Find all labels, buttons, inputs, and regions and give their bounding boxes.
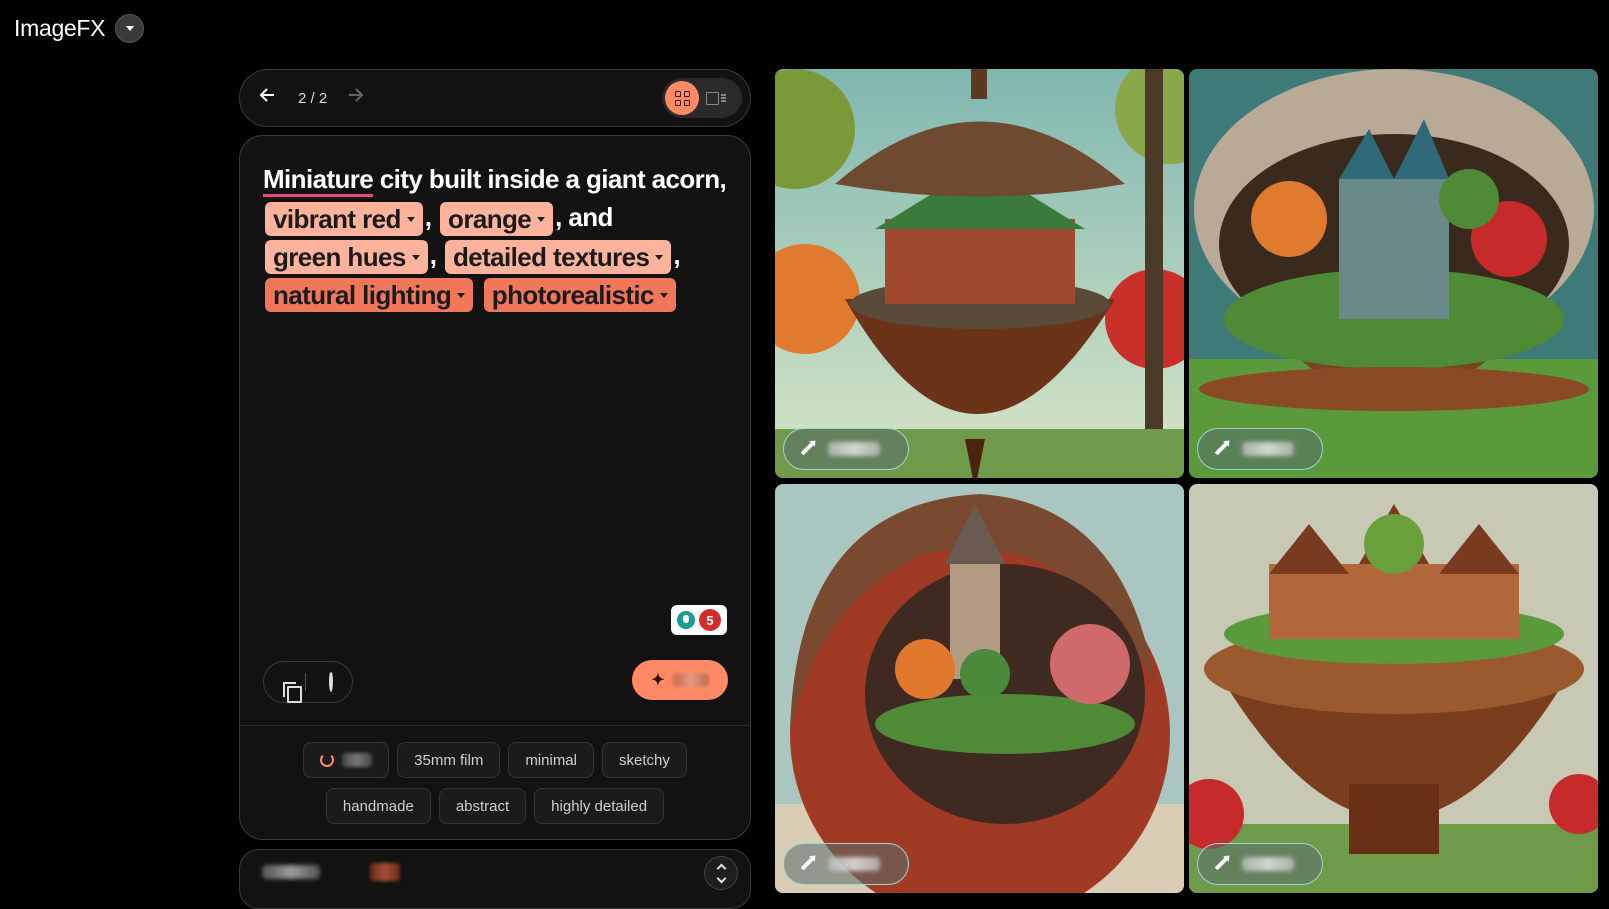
prompt-chip-vibrant-red[interactable]: vibrant red xyxy=(265,202,423,237)
chevron-down-icon xyxy=(655,254,664,260)
chip-label: detailed textures xyxy=(452,242,650,273)
refresh-icon xyxy=(320,753,335,767)
chevron-down-icon xyxy=(716,873,726,883)
acorn-town-image xyxy=(1189,484,1598,893)
prompt-text-segment: and xyxy=(568,202,613,232)
suggestion-chip[interactable]: sketchy xyxy=(602,742,687,778)
chip-label: green hues xyxy=(273,242,406,273)
prompt-tools xyxy=(263,661,353,703)
top-bar: ImageFX xyxy=(14,14,145,43)
grid-icon xyxy=(674,90,690,106)
next-result-button[interactable] xyxy=(345,85,369,111)
reset-button[interactable] xyxy=(328,671,333,692)
chip-label: orange xyxy=(448,204,532,235)
issue-count: 5 xyxy=(699,609,721,631)
edit-image-button[interactable] xyxy=(1197,843,1323,885)
app-menu-button[interactable] xyxy=(115,14,145,43)
single-view-button[interactable] xyxy=(699,81,733,115)
generated-image-2[interactable] xyxy=(1189,69,1598,478)
prompt-chip-orange[interactable]: orange xyxy=(440,202,554,237)
chevron-down-icon xyxy=(537,216,546,222)
prompt-chip-detailed-textures[interactable]: detailed textures xyxy=(444,240,672,275)
chevron-down-icon xyxy=(411,254,420,260)
panel-divider xyxy=(240,725,750,726)
spell-flagged-word[interactable]: Miniature xyxy=(263,164,374,197)
single-image-icon xyxy=(706,91,726,105)
suggestion-chip[interactable]: abstract xyxy=(438,788,527,824)
blurred-label xyxy=(672,673,709,687)
pencil-icon xyxy=(800,442,814,456)
suggestion-chip[interactable]: 35mm film xyxy=(397,742,501,778)
edit-image-button[interactable] xyxy=(783,843,909,885)
chip-label: natural lighting xyxy=(273,280,452,311)
acorn-castle-image xyxy=(1189,69,1598,478)
prompt-editor[interactable]: Miniature city built inside a giant acor… xyxy=(263,160,733,313)
suggestion-chip[interactable]: minimal xyxy=(508,742,594,778)
expand-settings-button[interactable] xyxy=(704,856,738,890)
create-button[interactable]: ✦ xyxy=(632,660,728,700)
arrow-left-icon xyxy=(259,88,274,102)
suggestion-chip[interactable]: handmade xyxy=(325,788,431,824)
comma: , xyxy=(555,202,562,232)
reset-icon xyxy=(328,671,333,692)
style-suggestions: 35mm film minimal sketchy handmade abstr… xyxy=(240,742,750,824)
chevron-down-icon xyxy=(457,292,466,298)
chevron-down-icon xyxy=(659,292,668,298)
grid-view-button[interactable] xyxy=(665,81,699,115)
comma: , xyxy=(424,202,432,232)
prompt-chip-green-hues[interactable]: green hues xyxy=(265,240,428,275)
chevron-down-icon xyxy=(406,216,415,222)
generated-image-1[interactable] xyxy=(775,69,1184,478)
comma: , xyxy=(429,240,437,271)
chevron-up-icon xyxy=(716,863,726,873)
blurred-label xyxy=(828,857,880,871)
suggestion-row: 35mm film minimal sketchy xyxy=(303,742,687,778)
blurred-label xyxy=(342,753,373,767)
page-indicator: 2 / 2 xyxy=(298,89,328,107)
pencil-icon xyxy=(1214,442,1228,456)
chevron-down-icon xyxy=(125,26,134,31)
blurred-swatch xyxy=(370,863,400,881)
acorn-house-image xyxy=(775,69,1184,478)
app-title: ImageFX xyxy=(14,15,106,41)
prompt-panel: Miniature city built inside a giant acor… xyxy=(239,135,751,840)
refresh-suggestions-button[interactable] xyxy=(303,742,390,778)
edit-image-button[interactable] xyxy=(1197,428,1323,470)
generated-image-3[interactable] xyxy=(775,484,1184,893)
pencil-icon xyxy=(1214,857,1228,871)
prompt-chip-natural-lighting[interactable]: natural lighting xyxy=(265,278,474,313)
blurred-label xyxy=(262,865,320,879)
chip-label: photorealistic xyxy=(491,280,655,311)
suggestion-row: handmade abstract highly detailed xyxy=(325,788,665,824)
language-tool-badge[interactable]: 5 xyxy=(671,605,727,635)
divider xyxy=(305,673,307,691)
blurred-label xyxy=(828,442,880,456)
comma: , xyxy=(673,240,681,271)
prev-result-button[interactable] xyxy=(258,85,282,111)
generated-image-4[interactable] xyxy=(1189,484,1598,893)
blurred-label xyxy=(1242,857,1294,871)
prompt-text-segment: city built inside a giant acorn, xyxy=(373,164,727,194)
prompt-chip-photorealistic[interactable]: photorealistic xyxy=(483,278,676,313)
view-toggle xyxy=(662,78,742,118)
result-navigation: 2 / 2 xyxy=(239,69,751,127)
lightbulb-icon xyxy=(677,611,695,629)
pencil-icon xyxy=(800,857,814,871)
blurred-label xyxy=(1242,442,1294,456)
acorn-village-image xyxy=(775,484,1184,893)
settings-panel[interactable] xyxy=(239,849,751,909)
suggestion-chip[interactable]: highly detailed xyxy=(534,788,665,824)
edit-image-button[interactable] xyxy=(783,428,909,470)
sparkle-icon: ✦ xyxy=(651,672,665,689)
chip-label: vibrant red xyxy=(273,204,401,235)
arrow-right-icon xyxy=(349,88,364,102)
